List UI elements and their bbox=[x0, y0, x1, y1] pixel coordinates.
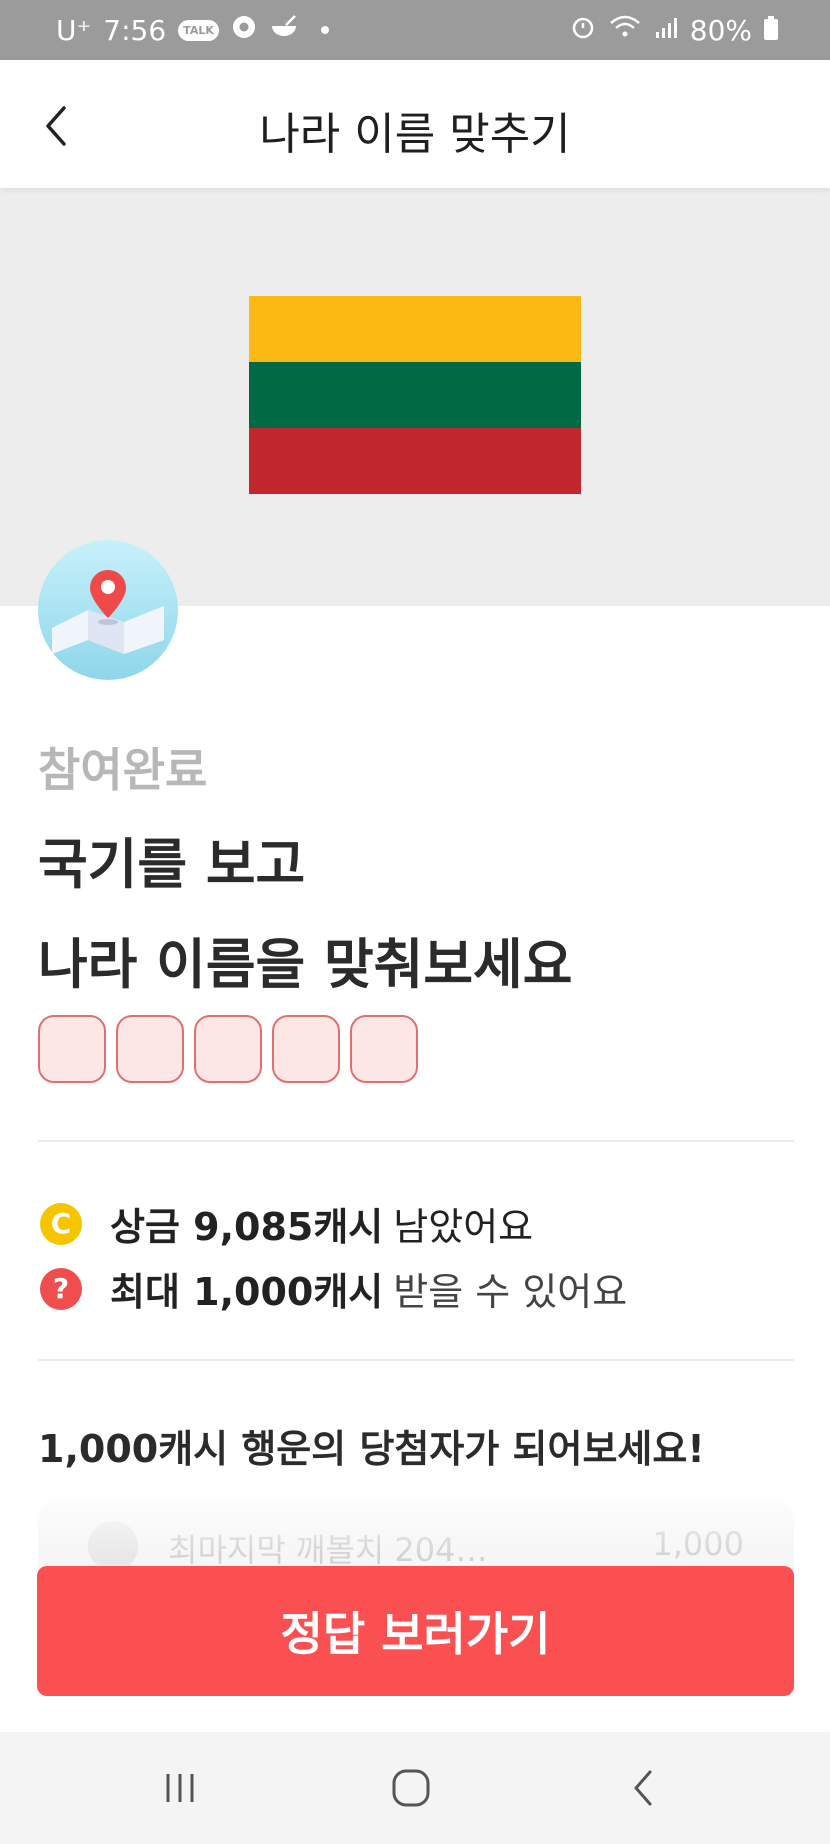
app-bar: 나라 이름 맞추기 bbox=[0, 60, 830, 188]
divider bbox=[38, 1359, 794, 1361]
recent-apps-icon bbox=[166, 1774, 194, 1802]
system-nav-bar bbox=[0, 1732, 830, 1844]
recent-apps-button[interactable] bbox=[150, 1762, 210, 1814]
bowl-icon bbox=[269, 14, 299, 47]
fade-overlay bbox=[38, 1497, 794, 1557]
signal-icon bbox=[654, 14, 678, 47]
nav-back-button[interactable] bbox=[614, 1762, 674, 1814]
page-title: 나라 이름 맞추기 bbox=[259, 109, 571, 160]
flag-stripe-bottom bbox=[249, 428, 581, 494]
max-prize-suffix: 받을 수 있어요 bbox=[393, 1270, 628, 1314]
max-prize-amount: 최대 1,000캐시 bbox=[110, 1270, 384, 1314]
quiz-badge bbox=[38, 540, 178, 680]
home-icon bbox=[392, 1769, 430, 1807]
answer-slot bbox=[350, 1015, 418, 1083]
max-prize-row: ? 최대 1,000캐시 받을 수 있어요 bbox=[40, 1261, 627, 1316]
question-icon: ? bbox=[40, 1267, 82, 1310]
status-right: 80% bbox=[570, 14, 778, 47]
status-left: U⁺ 7:56 TALK bbox=[56, 14, 329, 47]
alarm-icon bbox=[570, 14, 596, 47]
answer-slots bbox=[38, 1015, 418, 1083]
dot-icon bbox=[320, 26, 329, 34]
lucky-winner-heading: 1,000캐시 행운의 당첨자가 되어보세요! bbox=[38, 1427, 705, 1471]
back-icon bbox=[634, 1770, 652, 1806]
battery-level: 80% bbox=[689, 13, 752, 47]
wifi-icon bbox=[608, 14, 642, 47]
answer-slot bbox=[194, 1015, 262, 1083]
prize-remaining-row: C 상금 9,085캐시 남았어요 bbox=[40, 1196, 533, 1251]
answer-slot bbox=[38, 1015, 106, 1083]
participation-status: 참여완료 bbox=[38, 743, 208, 797]
clock: 7:56 bbox=[103, 13, 167, 47]
flag-stripe-middle bbox=[249, 362, 581, 428]
carrier-label: U⁺ bbox=[56, 13, 92, 47]
prize-amount: 상금 9,085캐시 bbox=[110, 1205, 384, 1249]
quiz-headline: 국기를 보고 나라 이름을 맞춰보세요 bbox=[38, 815, 572, 1015]
headline-line-2: 나라 이름을 맞춰보세요 bbox=[38, 933, 573, 996]
answer-slot bbox=[272, 1015, 340, 1083]
chrome-icon bbox=[231, 14, 257, 47]
home-button[interactable] bbox=[381, 1762, 441, 1814]
country-flag bbox=[249, 296, 581, 494]
battery-icon bbox=[764, 14, 778, 47]
headline-line-1: 국기를 보고 bbox=[38, 833, 306, 896]
coin-icon: C bbox=[40, 1202, 82, 1245]
flag-stripe-top bbox=[249, 296, 581, 362]
status-bar: U⁺ 7:56 TALK 80% bbox=[0, 0, 830, 60]
prize-suffix: 남았어요 bbox=[393, 1205, 534, 1249]
map-pin-icon bbox=[52, 570, 164, 654]
view-answer-button[interactable]: 정답 보러가기 bbox=[37, 1566, 794, 1696]
answer-slot bbox=[116, 1015, 184, 1083]
divider bbox=[38, 1140, 794, 1142]
chat-icon: TALK bbox=[178, 19, 219, 41]
